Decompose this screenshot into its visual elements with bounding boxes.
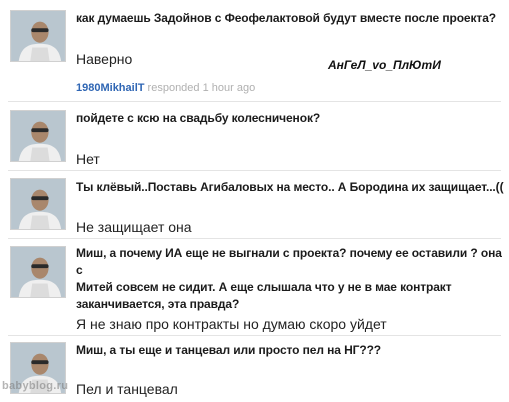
avatar[interactable] [10, 10, 66, 62]
divider [8, 170, 501, 171]
signature-text: АнГеЛ_vo_ПлЮтИ [328, 58, 441, 72]
avatar[interactable] [10, 246, 66, 298]
question-text: Миш, а почему ИА еще не выгнали с проект… [76, 245, 509, 313]
responder-link[interactable]: 1980MikhailT [76, 82, 144, 94]
answer-text: Не защищает она [76, 219, 192, 235]
answer-text: Наверно [76, 51, 133, 67]
answer-text: Нет [76, 151, 100, 167]
response-meta: 1980MikhailT responded 1 hour ago [76, 82, 255, 94]
watermark: babyblog.ru [2, 380, 69, 392]
avatar[interactable] [10, 178, 66, 230]
divider [8, 335, 501, 336]
question-text: пойдете с ксю на свадьбу колесниченок? [76, 111, 321, 125]
user-avatar-photo-icon [11, 11, 65, 61]
question-line: заканчивается, эта правда? [76, 297, 240, 311]
user-avatar-photo-icon [11, 179, 65, 229]
question-text: Ты клёвый..Поставь Агибаловых на место..… [76, 180, 504, 194]
question-text: Миш, а ты еще и танцевал или просто пел … [76, 343, 382, 357]
avatar[interactable] [10, 110, 66, 162]
answer-text: Я не знаю про контракты но думаю скоро у… [76, 316, 387, 332]
answer-text: Пел и танцевал [76, 381, 178, 397]
question-text: как думаешь Задойнов с Феофелактовой буд… [76, 11, 496, 25]
user-avatar-photo-icon [11, 247, 65, 297]
divider [8, 101, 501, 102]
responded-time: responded 1 hour ago [147, 82, 256, 94]
question-line: Митей совсем не сидит. А еще слышала что… [76, 280, 452, 294]
divider [8, 238, 501, 239]
question-line: Миш, а почему ИА еще не выгнали с проект… [76, 246, 502, 277]
user-avatar-photo-icon [11, 111, 65, 161]
